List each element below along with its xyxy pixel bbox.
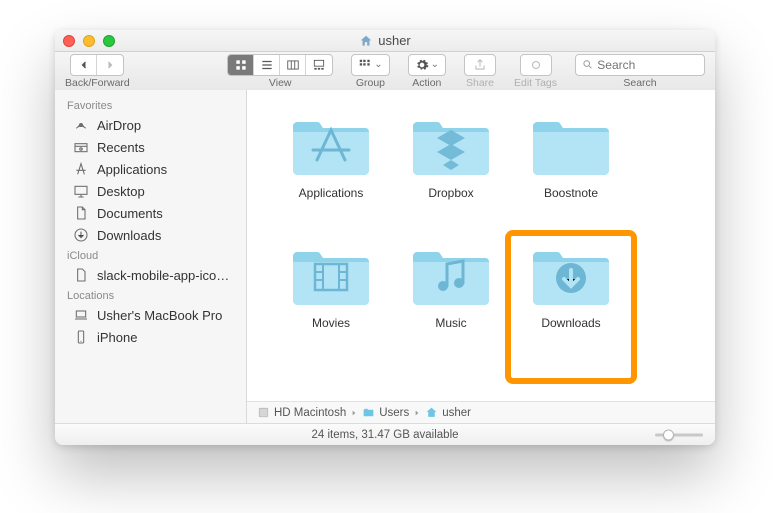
sidebar-heading: Favorites bbox=[55, 96, 246, 114]
search-field[interactable] bbox=[575, 54, 705, 76]
sidebar-item-label: Recents bbox=[97, 140, 145, 155]
icon-view-button[interactable] bbox=[228, 55, 254, 75]
breadcrumb-separator-icon bbox=[413, 409, 421, 417]
share-group: Share bbox=[464, 54, 496, 89]
applications-icon bbox=[73, 161, 89, 177]
group-button[interactable]: ⌄ bbox=[351, 54, 389, 76]
desktop-icon bbox=[73, 183, 89, 199]
sidebar: Favorites AirDrop Recents Applications Deskt… bbox=[55, 90, 247, 423]
folder-label: Applications bbox=[299, 186, 364, 200]
folder-icon bbox=[287, 238, 375, 308]
folder-icon bbox=[527, 238, 615, 308]
gallery-view-button[interactable] bbox=[306, 55, 332, 75]
column-view-button[interactable] bbox=[280, 55, 306, 75]
status-bar: 24 items, 31.47 GB available bbox=[55, 423, 715, 445]
action-label: Action bbox=[412, 77, 441, 89]
sidebar-item-label: slack-mobile-app-icon… bbox=[97, 268, 234, 283]
folder-downloads[interactable]: Downloads bbox=[511, 238, 631, 368]
sidebar-item-label: Downloads bbox=[97, 228, 161, 243]
edit-tags-button[interactable] bbox=[520, 54, 552, 76]
breadcrumb-usher[interactable]: usher bbox=[425, 406, 471, 419]
folder-label: Boostnote bbox=[544, 186, 598, 200]
breadcrumb-label: HD Macintosh bbox=[274, 407, 346, 419]
sidebar-item-label: Applications bbox=[97, 162, 167, 177]
downloads-icon bbox=[73, 227, 89, 243]
folder-movies[interactable]: Movies bbox=[271, 238, 391, 368]
folder-applications[interactable]: Applications bbox=[271, 108, 391, 238]
sidebar-item-iphone[interactable]: iPhone bbox=[55, 326, 246, 348]
folder-label: Dropbox bbox=[428, 186, 473, 200]
sidebar-item-label: AirDrop bbox=[97, 118, 141, 133]
titlebar: usher bbox=[55, 30, 715, 52]
breadcrumb-users[interactable]: Users bbox=[362, 406, 409, 419]
breadcrumb-separator-icon bbox=[350, 409, 358, 417]
iphone-icon bbox=[73, 329, 89, 345]
sidebar-heading: Locations bbox=[55, 286, 246, 304]
back-button[interactable] bbox=[71, 55, 97, 75]
edit-tags-label: Edit Tags bbox=[514, 77, 557, 89]
file-icon bbox=[73, 267, 89, 283]
back-forward-group: Back/Forward bbox=[65, 54, 130, 89]
toolbar: Back/Forward View ⌄ Group ⌄ Action Share bbox=[55, 52, 715, 90]
home-icon bbox=[425, 406, 438, 419]
sidebar-item-label: Desktop bbox=[97, 184, 145, 199]
home-icon bbox=[359, 34, 373, 48]
sidebar-item-applications[interactable]: Applications bbox=[55, 158, 246, 180]
finder-window: usher Back/Forward View ⌄ Group bbox=[55, 30, 715, 445]
window-title-text: usher bbox=[378, 33, 411, 48]
folder-music[interactable]: Music bbox=[391, 238, 511, 368]
window-title: usher bbox=[55, 33, 715, 48]
group-label: Group bbox=[356, 77, 385, 89]
sidebar-item-downloads[interactable]: Downloads bbox=[55, 224, 246, 246]
status-text: 24 items, 31.47 GB available bbox=[311, 429, 458, 441]
breadcrumb-label: Users bbox=[379, 407, 409, 419]
action-group: ⌄ Action bbox=[408, 54, 446, 89]
folder-dropbox[interactable]: Dropbox bbox=[391, 108, 511, 238]
folder-icon bbox=[407, 108, 495, 178]
forward-button[interactable] bbox=[97, 55, 123, 75]
action-button[interactable]: ⌄ bbox=[408, 54, 446, 76]
search-group: Search bbox=[575, 54, 705, 89]
folder-icon bbox=[527, 108, 615, 178]
folder-label: Music bbox=[435, 316, 466, 330]
sidebar-item-label: iPhone bbox=[97, 330, 137, 345]
sidebar-item-label: Usher's MacBook Pro bbox=[97, 308, 222, 323]
sidebar-item-desktop[interactable]: Desktop bbox=[55, 180, 246, 202]
breadcrumb-label: usher bbox=[442, 407, 471, 419]
disk-icon bbox=[257, 406, 270, 419]
back-forward-label: Back/Forward bbox=[65, 77, 130, 89]
sidebar-item-slack-mobile-app-icon-[interactable]: slack-mobile-app-icon… bbox=[55, 264, 246, 286]
search-input[interactable] bbox=[597, 58, 698, 72]
body: Favorites AirDrop Recents Applications Deskt… bbox=[55, 90, 715, 423]
view-group: View bbox=[227, 54, 333, 89]
list-view-button[interactable] bbox=[254, 55, 280, 75]
folder-icon bbox=[362, 406, 375, 419]
group-group: ⌄ Group bbox=[351, 54, 389, 89]
share-button[interactable] bbox=[464, 54, 496, 76]
airdrop-icon bbox=[73, 117, 89, 133]
view-label: View bbox=[269, 77, 292, 89]
sidebar-item-documents[interactable]: Documents bbox=[55, 202, 246, 224]
icon-grid: Applications Dropbox Boostnote Movies Music D… bbox=[247, 90, 715, 401]
breadcrumb-hd-macintosh[interactable]: HD Macintosh bbox=[257, 406, 346, 419]
laptop-icon bbox=[73, 307, 89, 323]
sidebar-item-usher-s-macbook-pro[interactable]: Usher's MacBook Pro bbox=[55, 304, 246, 326]
sidebar-heading: iCloud bbox=[55, 246, 246, 264]
search-label: Search bbox=[623, 77, 656, 89]
folder-boostnote[interactable]: Boostnote bbox=[511, 108, 631, 238]
zoom-slider[interactable] bbox=[655, 433, 703, 436]
tags-group: Edit Tags bbox=[514, 54, 557, 89]
sidebar-item-airdrop[interactable]: AirDrop bbox=[55, 114, 246, 136]
sidebar-item-label: Documents bbox=[97, 206, 163, 221]
share-label: Share bbox=[466, 77, 494, 89]
recents-icon bbox=[73, 139, 89, 155]
folder-icon bbox=[287, 108, 375, 178]
sidebar-item-recents[interactable]: Recents bbox=[55, 136, 246, 158]
documents-icon bbox=[73, 205, 89, 221]
main-pane: Applications Dropbox Boostnote Movies Music D… bbox=[247, 90, 715, 423]
folder-icon bbox=[407, 238, 495, 308]
folder-label: Movies bbox=[312, 316, 350, 330]
path-bar: HD Macintosh Users usher bbox=[247, 401, 715, 423]
